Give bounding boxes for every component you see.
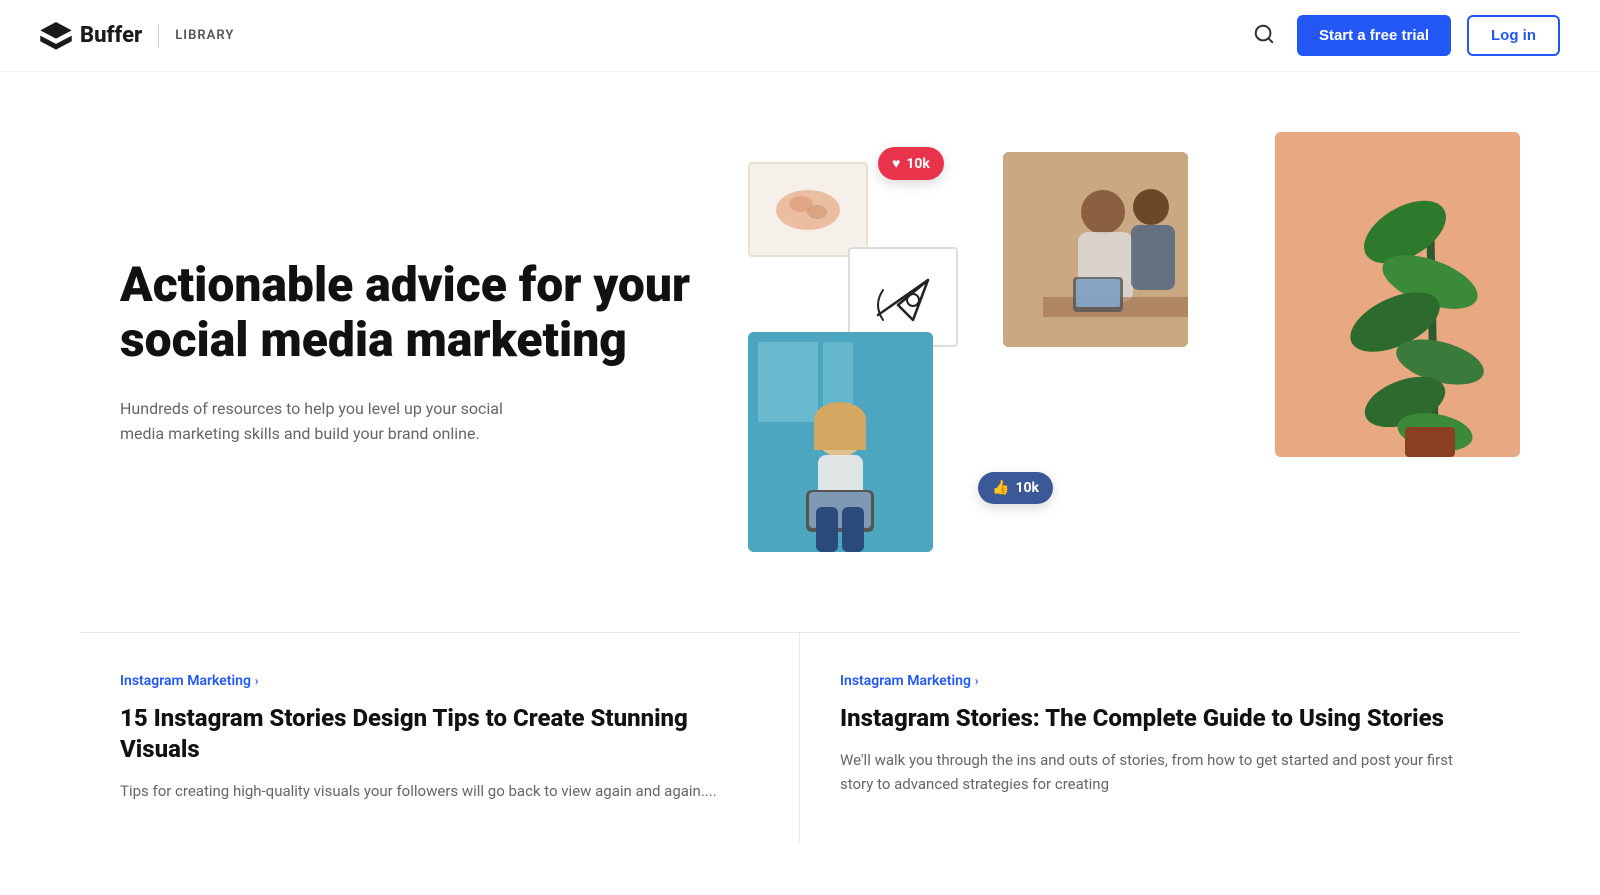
hero-photo-meeting: [1003, 152, 1188, 347]
header: Buffer LIBRARY Start a free trial Log in: [0, 0, 1600, 72]
meeting-silhouette: [1003, 152, 1188, 347]
thumbs-up-icon: 👍: [992, 480, 1009, 496]
articles-section: Instagram Marketing › 15 Instagram Stori…: [0, 633, 1600, 843]
header-right: Start a free trial Log in: [1247, 15, 1560, 56]
search-button[interactable]: [1247, 17, 1281, 54]
article-category-text-1: Instagram Marketing: [120, 673, 251, 689]
like-count-red: 10k: [906, 156, 930, 172]
login-button[interactable]: Log in: [1467, 15, 1560, 56]
article-excerpt-1: Tips for creating high-quality visuals y…: [120, 779, 759, 803]
category-chevron-1: ›: [255, 674, 259, 688]
article-category-1[interactable]: Instagram Marketing ›: [120, 673, 759, 689]
start-trial-button[interactable]: Start a free trial: [1297, 15, 1451, 56]
article-card-1: Instagram Marketing › 15 Instagram Stori…: [80, 633, 800, 843]
buffer-logo-link[interactable]: Buffer: [40, 22, 142, 50]
plant-visual: [1275, 132, 1520, 457]
article-category-2[interactable]: Instagram Marketing ›: [840, 673, 1480, 689]
hero-photo-laptop: [748, 332, 933, 552]
hero-title: Actionable advice for your social media …: [120, 257, 708, 367]
header-left: Buffer LIBRARY: [40, 22, 234, 50]
search-icon: [1253, 23, 1275, 45]
like-badge-red: ♥ 10k: [878, 147, 944, 180]
like-count-blue: 10k: [1015, 480, 1039, 496]
laptop-person-visual: [748, 332, 933, 552]
article-category-text-2: Instagram Marketing: [840, 673, 971, 689]
article-title-1[interactable]: 15 Instagram Stories Design Tips to Crea…: [120, 703, 759, 765]
hero-photo-plant: [1275, 132, 1520, 457]
heart-icon: ♥: [892, 155, 900, 172]
category-chevron-2: ›: [975, 674, 979, 688]
buffer-logo-text: Buffer: [80, 23, 142, 48]
hero-visual: ♥ 10k: [748, 132, 1520, 572]
buffer-logo-icon: [40, 22, 72, 50]
article-excerpt-2: We'll walk you through the ins and outs …: [840, 748, 1480, 796]
meeting-inner: [1003, 152, 1188, 347]
hero-image-box-1: [748, 162, 868, 257]
article-title-2[interactable]: Instagram Stories: The Complete Guide to…: [840, 703, 1480, 734]
like-badge-blue: 👍 10k: [978, 472, 1053, 504]
arrow-scribble: [863, 260, 943, 335]
logo-divider: [158, 24, 159, 48]
library-label: LIBRARY: [175, 28, 234, 43]
hero-section: Actionable advice for your social media …: [0, 72, 1600, 632]
decorative-shape-1: [773, 182, 843, 237]
hero-text: Actionable advice for your social media …: [120, 257, 708, 447]
hero-subtitle: Hundreds of resources to help you level …: [120, 396, 520, 447]
article-card-2: Instagram Marketing › Instagram Stories:…: [800, 633, 1520, 843]
